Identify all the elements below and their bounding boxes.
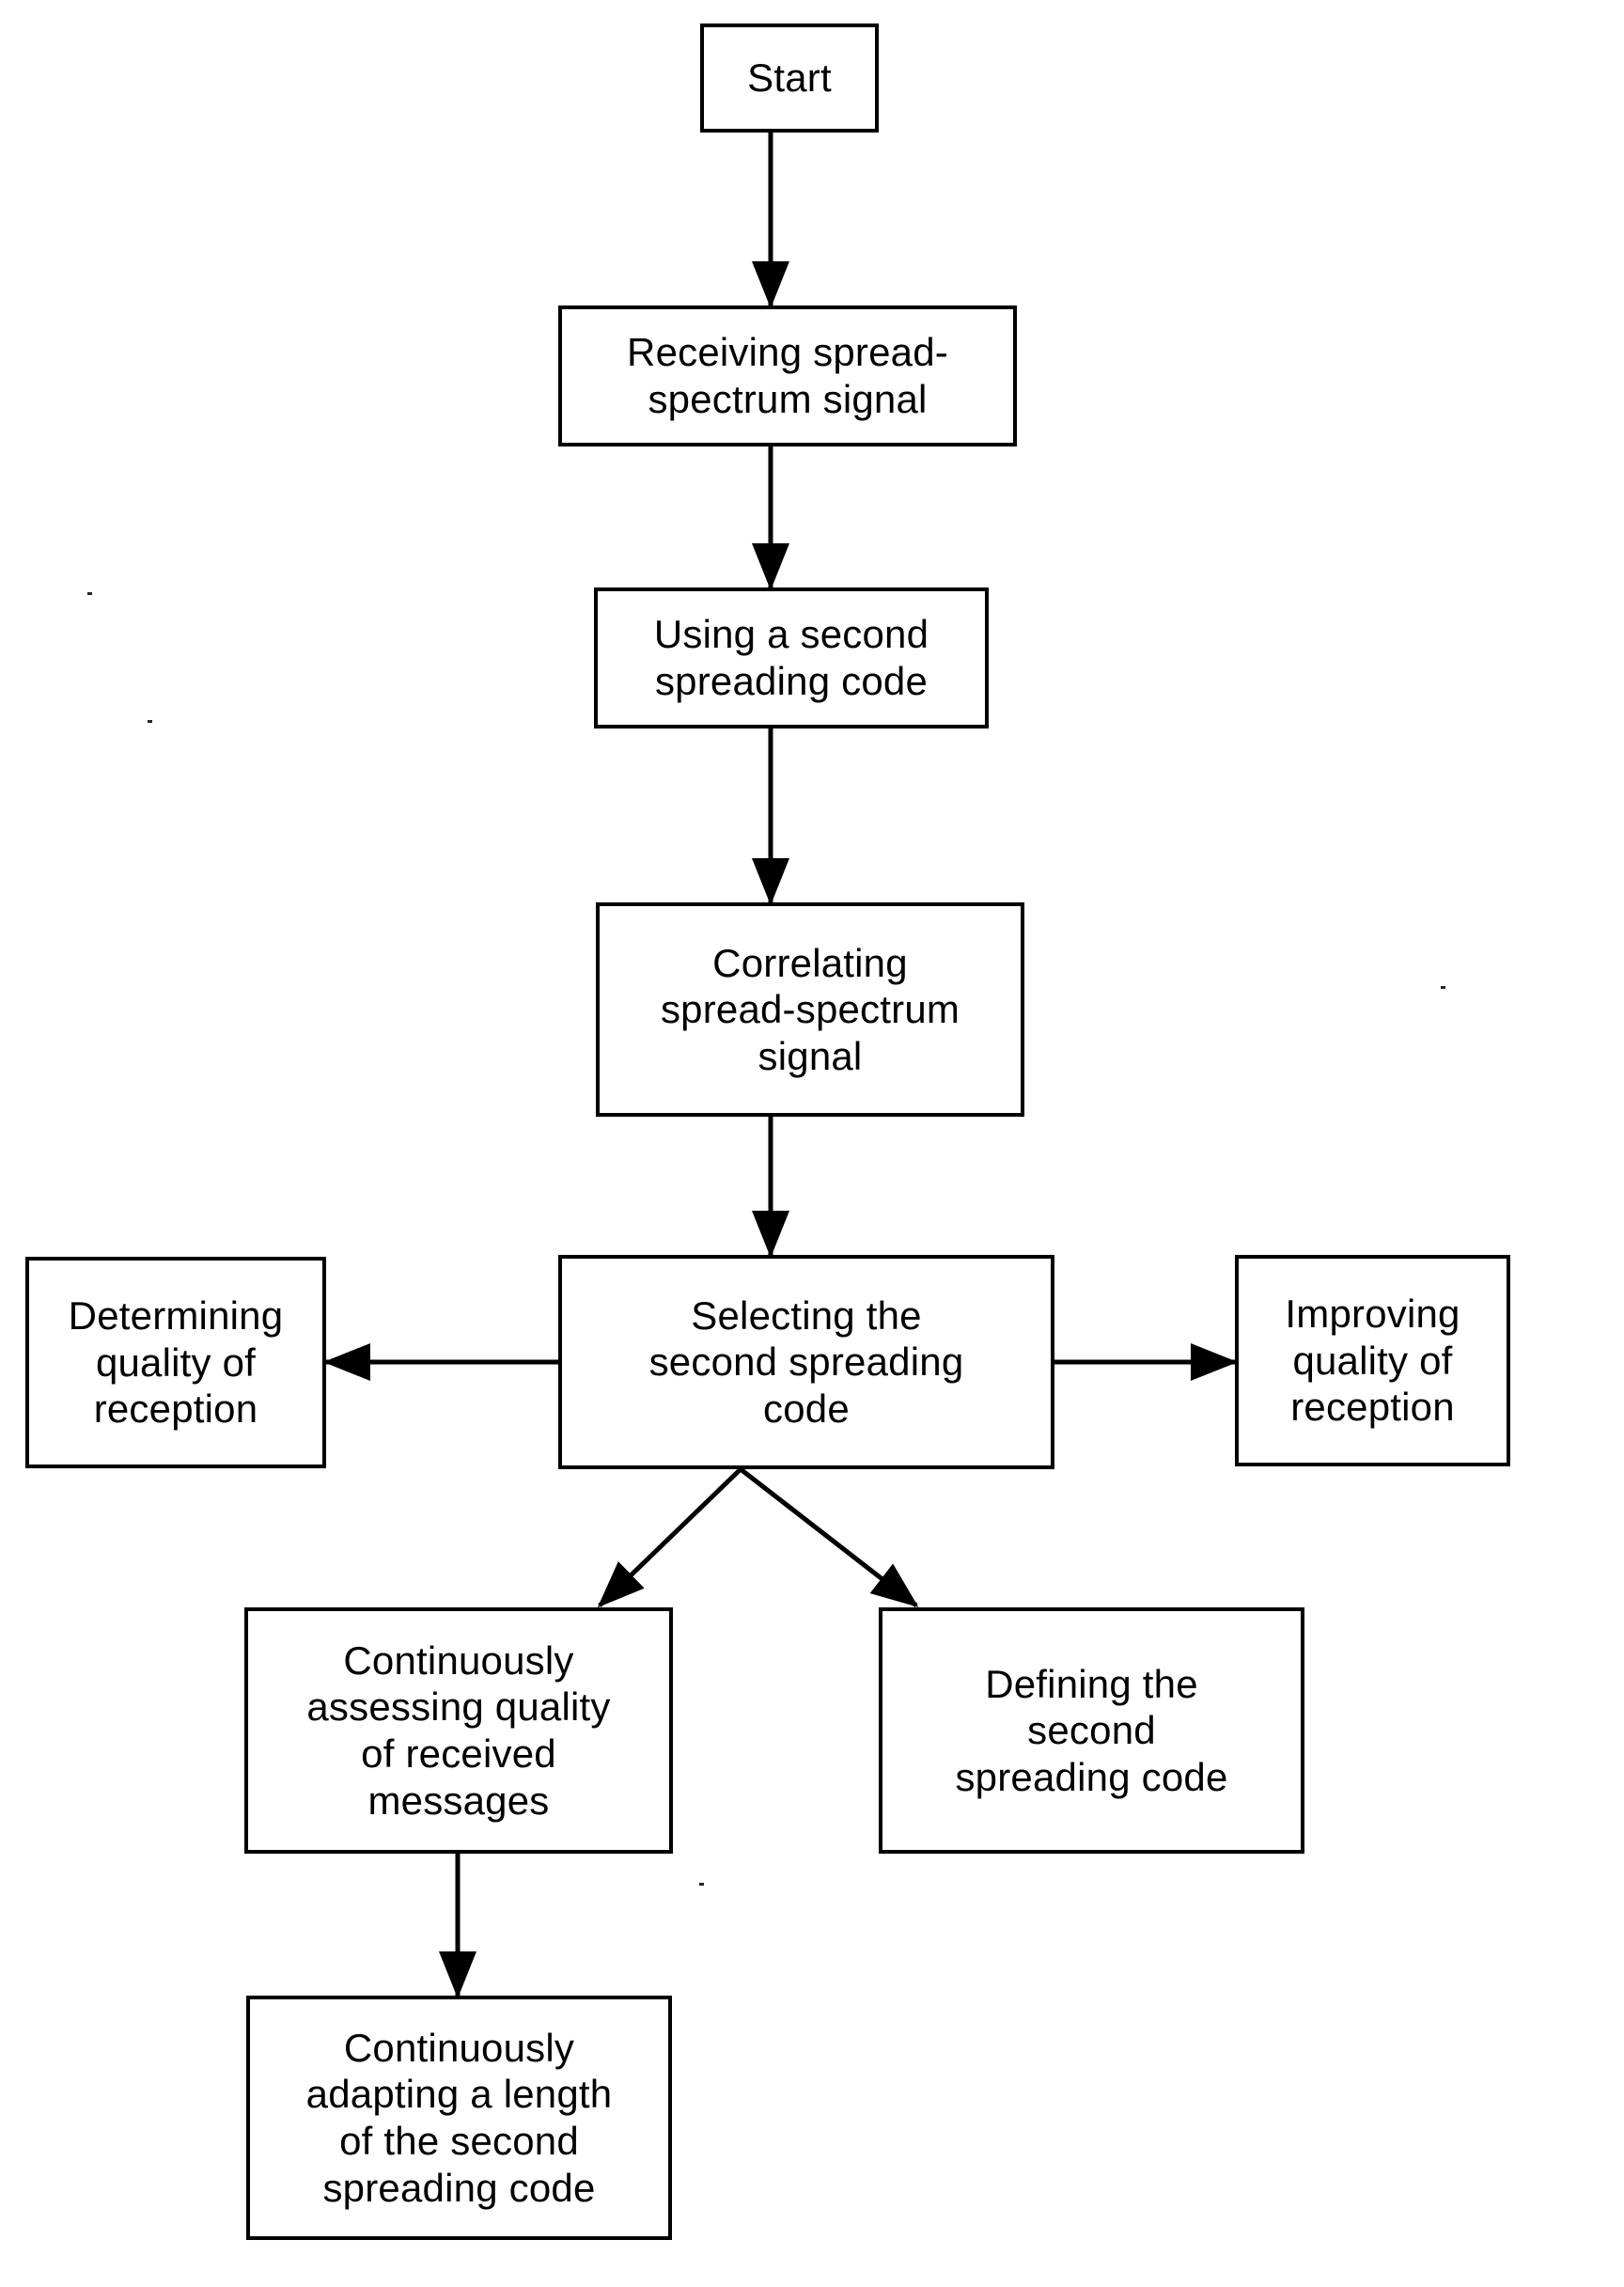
scan-artifact-speck <box>699 1883 704 1886</box>
node-determining-quality-of-reception[interactable]: Determining quality of reception <box>25 1257 326 1468</box>
node-continuously-assessing-quality-of-received-messages[interactable]: Continuously assessing quality of receiv… <box>244 1607 673 1854</box>
node-assessing-quality-label: Continuously assessing quality of receiv… <box>306 1637 611 1823</box>
node-improving-quality-of-reception[interactable]: Improving quality of reception <box>1235 1255 1510 1466</box>
node-using-second-code-label: Using a second spreading code <box>653 612 929 703</box>
node-continuously-adapting-a-length-of-the-second-spreading-code[interactable]: Continuously adapting a length of the se… <box>246 1996 672 2240</box>
node-correlating-spread-spectrum-signal[interactable]: Correlating spread-spectrum signal <box>596 902 1024 1117</box>
scan-artifact-speck <box>148 720 152 723</box>
scan-artifact-speck <box>87 592 92 595</box>
edge-selecting-to-assessing <box>597 1467 742 1608</box>
scan-artifact-speck <box>1441 986 1445 989</box>
node-selecting-the-second-spreading-code[interactable]: Selecting the second spreading code <box>558 1255 1054 1469</box>
flowchart-canvas: Start Receiving spread- spectrum signal … <box>0 0 1624 2287</box>
node-start-label: Start <box>747 55 832 101</box>
node-selecting-label: Selecting the second spreading code <box>648 1292 964 1431</box>
node-using-a-second-spreading-code[interactable]: Using a second spreading code <box>594 587 989 728</box>
node-defining-the-second-spreading-code[interactable]: Defining the second spreading code <box>879 1607 1304 1854</box>
node-receiving-label: Receiving spread- spectrum signal <box>627 330 948 421</box>
node-correlating-label: Correlating spread-spectrum signal <box>660 940 960 1078</box>
node-receiving-spread-spectrum-signal[interactable]: Receiving spread- spectrum signal <box>558 305 1017 446</box>
node-determining-quality-label: Determining quality of reception <box>68 1293 284 1432</box>
node-adapting-length-label: Continuously adapting a length of the se… <box>305 2025 613 2210</box>
edge-selecting-to-defining <box>739 1467 919 1607</box>
node-defining-second-code-label: Defining the second spreading code <box>955 1661 1228 1799</box>
node-improving-quality-label: Improving quality of reception <box>1285 1292 1460 1430</box>
node-start[interactable]: Start <box>700 23 879 133</box>
